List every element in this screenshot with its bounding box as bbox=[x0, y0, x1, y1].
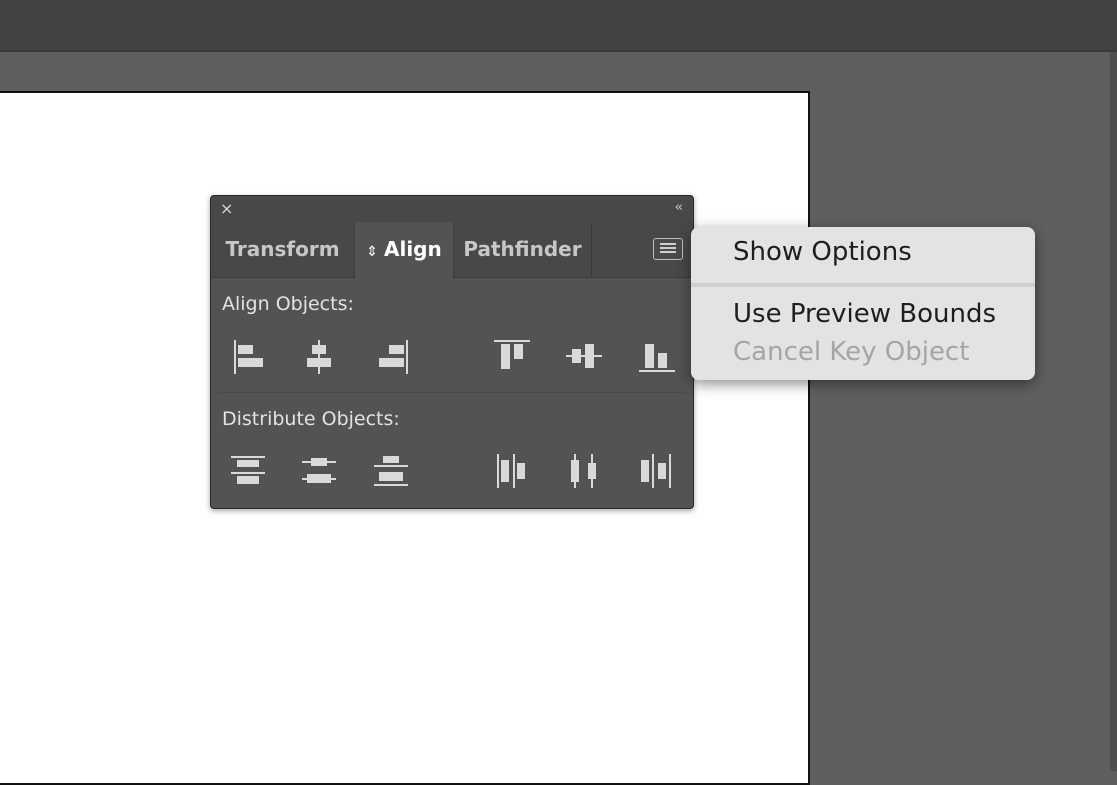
distribute-bottom-icon[interactable] bbox=[371, 451, 411, 491]
menu-separator bbox=[691, 283, 1035, 287]
distribute-left-icon[interactable] bbox=[492, 451, 532, 491]
panel-tabbar: Transform ⇕ Align Pathfinder bbox=[211, 222, 693, 278]
panel-header[interactable]: × ‹‹ bbox=[211, 196, 693, 222]
tab-transform-label: Transform bbox=[225, 237, 340, 261]
collapse-icon[interactable]: ‹‹ bbox=[675, 201, 684, 215]
distribute-objects-label: Distribute Objects: bbox=[222, 408, 400, 430]
tab-align[interactable]: ⇕ Align bbox=[355, 222, 454, 278]
align-vertical-center-icon[interactable] bbox=[564, 336, 604, 376]
tab-align-label: Align bbox=[383, 237, 442, 261]
bar-divider bbox=[0, 50, 1117, 52]
align-right-icon[interactable] bbox=[371, 336, 411, 376]
application-bar bbox=[0, 0, 1117, 50]
distribute-top-icon[interactable] bbox=[228, 451, 268, 491]
section-divider bbox=[219, 392, 685, 393]
close-icon[interactable]: × bbox=[220, 200, 233, 218]
menu-item-cancel-key-object: Cancel Key Object bbox=[733, 337, 970, 367]
menu-item-show-options[interactable]: Show Options bbox=[733, 237, 912, 267]
panel-menu-button[interactable] bbox=[653, 238, 683, 260]
align-left-icon[interactable] bbox=[228, 336, 268, 376]
distribute-horizontal-center-icon[interactable] bbox=[564, 451, 604, 491]
tab-pathfinder-label: Pathfinder bbox=[463, 237, 582, 261]
align-top-icon[interactable] bbox=[492, 336, 532, 376]
distribute-vertical-center-icon[interactable] bbox=[299, 451, 339, 491]
distribute-right-icon[interactable] bbox=[636, 451, 676, 491]
align-bottom-icon[interactable] bbox=[636, 336, 676, 376]
vertical-scrollbar[interactable] bbox=[1110, 52, 1117, 771]
align-horizontal-center-icon[interactable] bbox=[299, 336, 339, 376]
panel-flyout-menu: Show Options Use Preview Bounds Cancel K… bbox=[691, 227, 1035, 380]
menu-item-use-preview-bounds[interactable]: Use Preview Bounds bbox=[733, 299, 996, 329]
align-objects-label: Align Objects: bbox=[222, 293, 354, 315]
tab-transform[interactable]: Transform bbox=[211, 222, 355, 277]
tab-toggle-icon: ⇕ bbox=[366, 244, 378, 260]
align-panel: × ‹‹ Transform ⇕ Align Pathfinder Align O… bbox=[210, 195, 694, 509]
tab-pathfinder[interactable]: Pathfinder bbox=[454, 222, 592, 277]
